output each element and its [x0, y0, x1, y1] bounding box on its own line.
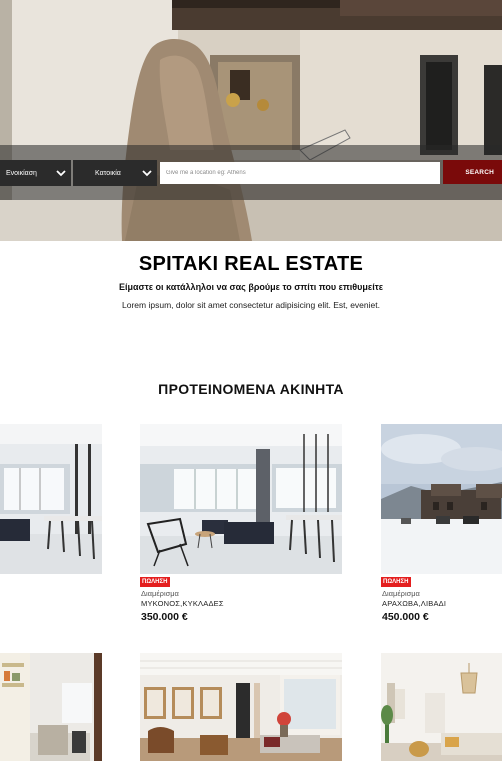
- listing-card-partial[interactable]: [0, 424, 102, 574]
- listing-card[interactable]: [381, 653, 502, 761]
- location-search-input[interactable]: [160, 162, 440, 184]
- chevron-down-icon: [54, 166, 68, 180]
- listing-card[interactable]: ΠΩΛΗΣΗ Διαμέρισμα ΜΥΚΟΝΟΣ,ΚΥΚΛΑΔΕΣ 350.0…: [140, 424, 342, 624]
- status-badge: ΠΩΛΗΣΗ: [381, 577, 412, 587]
- chevron-down-icon: [140, 166, 154, 180]
- type-select[interactable]: Ενοικίαση: [0, 160, 71, 186]
- listing-photo: [0, 424, 102, 574]
- listing-photo: [140, 653, 342, 761]
- brand-description: Lorem ipsum, dolor sit amet consectetur …: [122, 300, 380, 310]
- featured-section-title: ΠΡΟΤΕΙΝΟΜΕΝΑ ΑΚΙΝΗΤΑ: [158, 381, 344, 397]
- property-location: ΜΥΚΟΝΟΣ,ΚΥΚΛΑΔΕΣ: [141, 599, 224, 608]
- listing-photo: [140, 424, 342, 574]
- property-price: 450.000 €: [382, 611, 429, 623]
- property-location: ΑΡΑΧΩΒΑ,ΛΙΒΑΔΙ: [382, 599, 447, 608]
- listing-photo: [381, 424, 502, 574]
- search-button[interactable]: SEARCH: [443, 160, 502, 184]
- category-select-label: Κατοικία: [95, 169, 121, 177]
- type-select-label: Ενοικίαση: [6, 169, 37, 177]
- status-badge: ΠΩΛΗΣΗ: [140, 577, 171, 587]
- property-type: Διαμέρισμα: [141, 589, 179, 598]
- listing-card[interactable]: [140, 653, 342, 761]
- brand-title: SPITAKI REAL ESTATE: [138, 253, 364, 275]
- listing-photo: [0, 653, 102, 761]
- listing-photo: [381, 653, 502, 761]
- listing-card[interactable]: ΠΩΛΗΣΗ Διαμέρισμα ΑΡΑΧΩΒΑ,ΛΙΒΑΔΙ 450.000…: [381, 424, 502, 624]
- property-price: 350.000 €: [141, 611, 188, 623]
- hero-banner: [0, 0, 502, 241]
- hero-photo: [0, 0, 502, 241]
- property-type: Διαμέρισμα: [382, 589, 420, 598]
- category-select[interactable]: Κατοικία: [73, 160, 157, 186]
- brand-subtitle: Είμαστε οι κατάλληλοι να σας βρούμε το σ…: [119, 282, 383, 292]
- listing-card[interactable]: [0, 653, 102, 761]
